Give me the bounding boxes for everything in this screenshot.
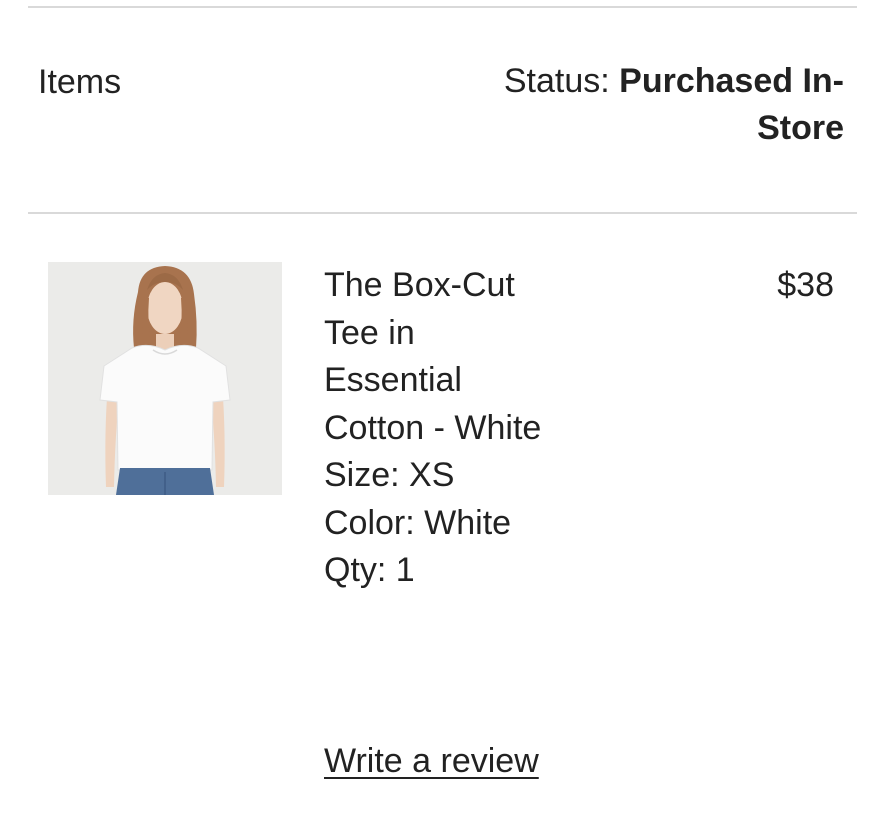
product-photo-tee-icon [48, 262, 282, 495]
product-details: The Box-Cut Tee in Essential Cotton - Wh… [324, 262, 564, 595]
order-status: Status: Purchased In-Store [424, 58, 844, 152]
product-name[interactable]: The Box-Cut Tee in Essential Cotton - Wh… [324, 262, 554, 452]
product-price: $38 [777, 266, 834, 304]
status-label: Status: [503, 62, 610, 100]
product-quantity: Qty: 1 [324, 551, 415, 589]
top-divider [28, 6, 857, 8]
product-image[interactable] [48, 262, 282, 495]
write-review-link[interactable]: Write a review [324, 738, 539, 784]
section-divider [28, 212, 857, 214]
status-value: Purchased In-Store [619, 62, 844, 147]
product-size: Size: XS [324, 456, 455, 494]
product-color: Color: White [324, 503, 512, 542]
items-heading: Items [38, 63, 122, 101]
